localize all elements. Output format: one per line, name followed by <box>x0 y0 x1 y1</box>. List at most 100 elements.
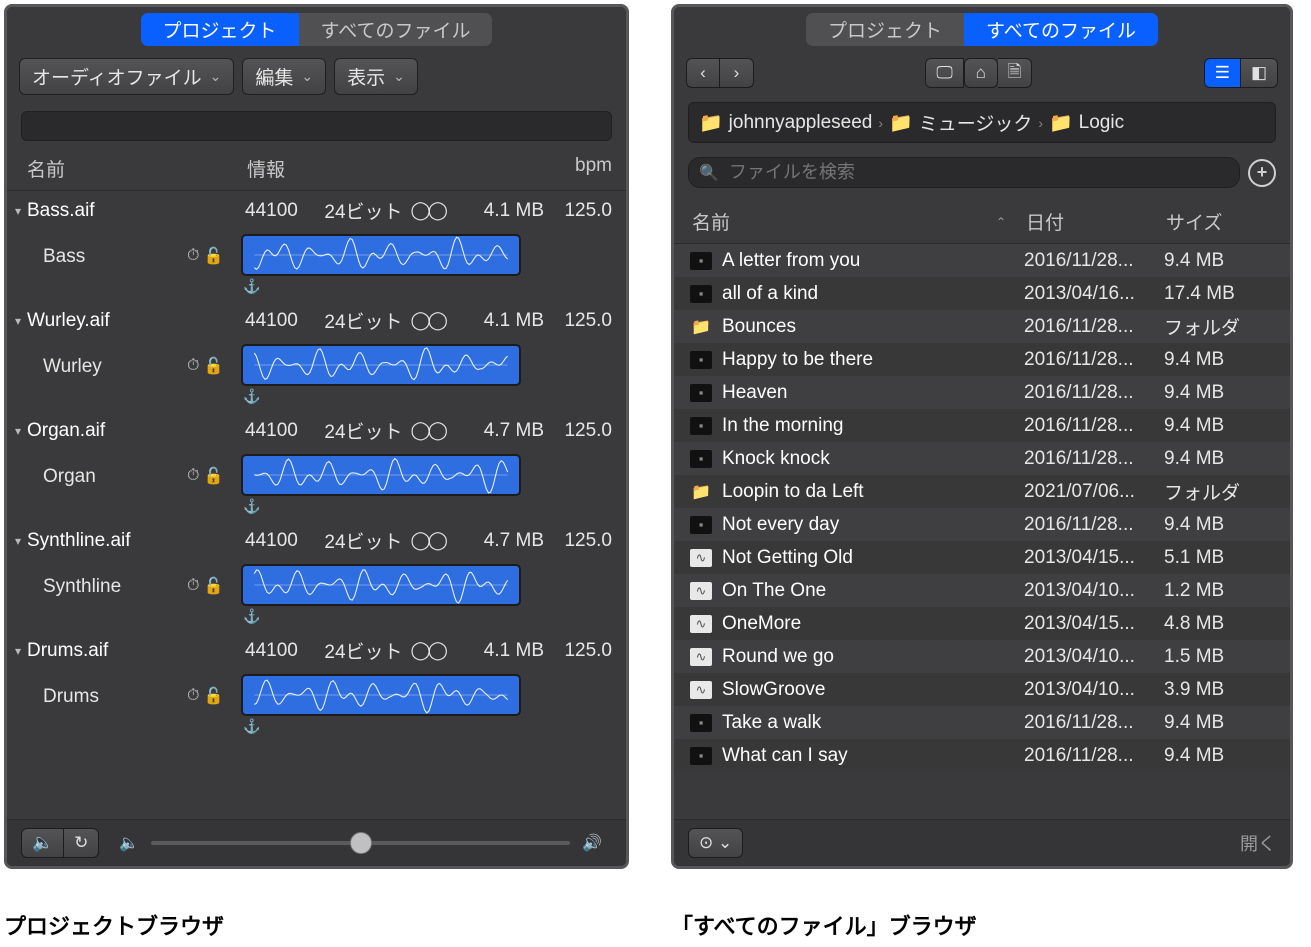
bit-depth: 24ビット <box>324 307 402 334</box>
col-date[interactable]: 日付 <box>1026 208 1166 235</box>
breadcrumb[interactable]: 📁johnnyappleseed›📁ミュージック›📁Logic <box>688 102 1276 143</box>
search-input[interactable] <box>21 111 612 141</box>
file-row[interactable]: ▪In the morning 2016/11/28... 9.4 MB <box>674 409 1290 442</box>
col-name[interactable]: 名前⌃ <box>692 208 1026 235</box>
tempo-follow-icon[interactable]: ⏱ <box>187 247 199 265</box>
breadcrumb-segment[interactable]: ミュージック <box>919 109 1033 136</box>
audio-region-row[interactable]: Drums ⏱🔓 ⚓ <box>7 670 626 741</box>
file-row[interactable]: ∿SlowGroove 2013/04/10... 3.9 MB <box>674 673 1290 706</box>
file-row[interactable]: ∿Not Getting Old 2013/04/15... 5.1 MB <box>674 541 1290 574</box>
tempo-follow-icon[interactable]: ⏱ <box>187 577 199 595</box>
file-name: Organ.aif <box>27 420 245 442</box>
project-file-icon: ▪ <box>690 252 712 270</box>
bpm-value: 125.0 <box>544 530 612 552</box>
file-name: Bounces <box>722 316 1024 338</box>
add-button[interactable]: + <box>1248 159 1276 187</box>
volume-slider[interactable] <box>151 841 570 845</box>
tab-all-files[interactable]: すべてのファイル <box>299 13 493 46</box>
file-row[interactable]: ∿On The One 2013/04/10... 1.2 MB <box>674 574 1290 607</box>
breadcrumb-segment[interactable]: johnnyappleseed <box>729 112 873 134</box>
folder-icon: 📁 <box>889 111 913 135</box>
file-size: フォルダ <box>1164 313 1274 340</box>
home-location-button[interactable]: ⌂ <box>964 58 998 88</box>
col-size[interactable]: サイズ <box>1166 208 1276 235</box>
file-row[interactable]: 📁Loopin to da Left 2021/07/06... フォルダ <box>674 475 1290 508</box>
disclosure-triangle-icon[interactable]: ▾ <box>9 644 27 658</box>
waveform-thumbnail[interactable] <box>241 234 521 276</box>
file-row[interactable]: ▪Take a walk 2016/11/28... 9.4 MB <box>674 706 1290 739</box>
action-menu-button[interactable]: ⊙ ⌄ <box>688 828 743 858</box>
file-row[interactable]: 📁Bounces 2016/11/28... フォルダ <box>674 310 1290 343</box>
disclosure-triangle-icon[interactable]: ▾ <box>9 204 27 218</box>
file-header[interactable]: ▾ Drums.aif 44100 24ビット ◯◯4.1 MB 125.0 <box>7 631 626 670</box>
tempo-follow-icon[interactable]: ⏱ <box>187 467 199 485</box>
project-file-icon: ▪ <box>690 351 712 369</box>
audio-region-row[interactable]: Bass ⏱🔓 ⚓ <box>7 230 626 301</box>
waveform-thumbnail[interactable] <box>241 344 521 386</box>
disclosure-triangle-icon[interactable]: ▾ <box>9 534 27 548</box>
chevron-down-icon: ⌄ <box>210 68 222 85</box>
file-row[interactable]: ▪A letter from you 2016/11/28... 9.4 MB <box>674 244 1290 277</box>
tempo-follow-icon[interactable]: ⏱ <box>187 687 199 705</box>
tab-project[interactable]: プロジェクト <box>806 13 964 46</box>
edit-dropdown[interactable]: 編集⌄ <box>242 58 326 95</box>
nav-forward-button[interactable]: › <box>720 58 754 88</box>
caption-left: プロジェクトブラウザ <box>4 909 629 941</box>
lock-icon[interactable]: 🔓 <box>203 686 223 706</box>
file-row[interactable]: ▪What can I say 2016/11/28... 9.4 MB <box>674 739 1290 772</box>
file-header[interactable]: ▾ Bass.aif 44100 24ビット ◯◯4.1 MB 125.0 <box>7 191 626 230</box>
file-size: 4.1 MB <box>458 310 544 332</box>
lock-icon[interactable]: 🔓 <box>203 246 223 266</box>
computer-location-button[interactable]: 🖵 <box>925 58 963 88</box>
disclosure-triangle-icon[interactable]: ▾ <box>9 424 27 438</box>
file-row[interactable]: ▪Happy to be there 2016/11/28... 9.4 MB <box>674 343 1290 376</box>
audio-region-row[interactable]: Wurley ⏱🔓 ⚓ <box>7 340 626 411</box>
col-info[interactable]: 情報 <box>247 155 544 182</box>
tab-all-files[interactable]: すべてのファイル <box>964 13 1158 46</box>
preview-play-button[interactable]: 🔈 <box>21 828 64 858</box>
breadcrumb-segment[interactable]: Logic <box>1079 112 1124 134</box>
audio-region-row[interactable]: Organ ⏱🔓 ⚓ <box>7 450 626 521</box>
file-row[interactable]: ▪Heaven 2016/11/28... 9.4 MB <box>674 376 1290 409</box>
sample-rate: 44100 <box>245 310 298 332</box>
waveform-thumbnail[interactable] <box>241 454 521 496</box>
lock-icon[interactable]: 🔓 <box>203 466 223 486</box>
waveform-thumbnail[interactable] <box>241 674 521 716</box>
file-date: 2016/11/28... <box>1024 250 1164 272</box>
col-bpm[interactable]: bpm <box>544 155 612 182</box>
lock-icon[interactable]: 🔓 <box>203 576 223 596</box>
file-row[interactable]: ▪Not every day 2016/11/28... 9.4 MB <box>674 508 1290 541</box>
file-row[interactable]: ▪all of a kind 2013/04/16... 17.4 MB <box>674 277 1290 310</box>
file-header[interactable]: ▾ Organ.aif 44100 24ビット ◯◯4.7 MB 125.0 <box>7 411 626 450</box>
file-row[interactable]: ▪Knock knock 2016/11/28... 9.4 MB <box>674 442 1290 475</box>
list-view-button[interactable]: ☰ <box>1204 58 1241 88</box>
file-row[interactable]: ∿OneMore 2013/04/15... 4.8 MB <box>674 607 1290 640</box>
project-file-list[interactable]: ▾ Bass.aif 44100 24ビット ◯◯4.1 MB 125.0Bas… <box>7 191 626 819</box>
file-size: 1.5 MB <box>1164 646 1274 668</box>
disclosure-triangle-icon[interactable]: ▾ <box>9 314 27 328</box>
project-location-button[interactable]: 🗎 <box>998 58 1033 88</box>
caption-right: 「すべてのファイル」ブラウザ <box>671 909 977 941</box>
loop-button[interactable]: ↻ <box>64 828 99 858</box>
waveform-thumbnail[interactable] <box>241 564 521 606</box>
file-date: 2016/11/28... <box>1024 745 1164 767</box>
nav-back-button[interactable]: ‹ <box>686 58 720 88</box>
audio-region-row[interactable]: Synthline ⏱🔓 ⚓ <box>7 560 626 631</box>
file-header[interactable]: ▾ Synthline.aif 44100 24ビット ◯◯4.7 MB 125… <box>7 521 626 560</box>
open-button[interactable]: 開く <box>1240 830 1276 856</box>
file-list[interactable]: ▪A letter from you 2016/11/28... 9.4 MB▪… <box>674 244 1290 819</box>
audio-file-icon: ∿ <box>690 549 712 567</box>
tab-project[interactable]: プロジェクト <box>141 13 299 46</box>
audio-file-icon: ∿ <box>690 648 712 666</box>
file-row[interactable]: ∿Round we go 2013/04/10... 1.5 MB <box>674 640 1290 673</box>
audio-files-dropdown[interactable]: オーディオファイル⌄ <box>19 58 234 95</box>
tempo-follow-icon[interactable]: ⏱ <box>187 357 199 375</box>
file-header[interactable]: ▾ Wurley.aif 44100 24ビット ◯◯4.1 MB 125.0 <box>7 301 626 340</box>
view-dropdown[interactable]: 表示⌄ <box>334 58 418 95</box>
column-view-button[interactable]: ◧ <box>1241 58 1278 88</box>
file-search-input[interactable]: 🔍 <box>688 157 1240 188</box>
lock-icon[interactable]: 🔓 <box>203 356 223 376</box>
bpm-value: 125.0 <box>544 200 612 222</box>
col-name[interactable]: 名前 <box>27 155 247 182</box>
bpm-value: 125.0 <box>544 310 612 332</box>
